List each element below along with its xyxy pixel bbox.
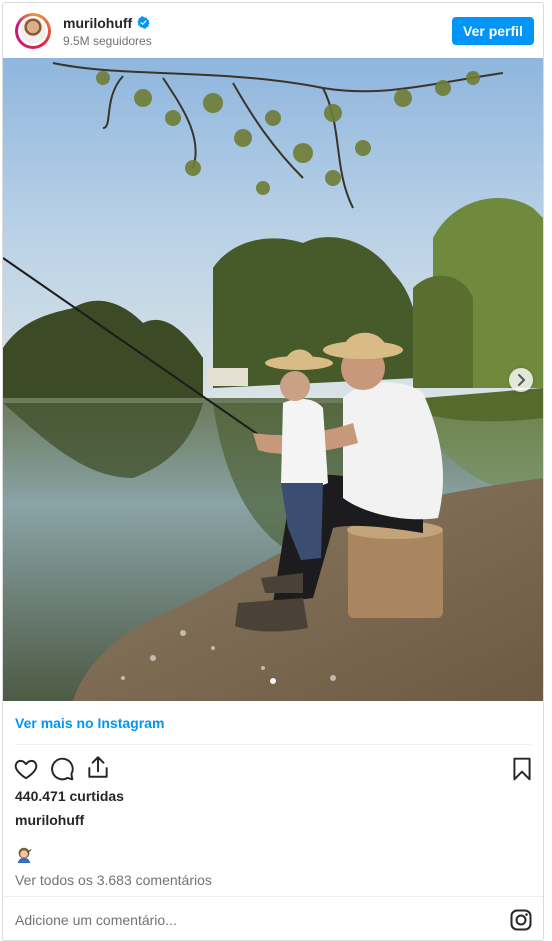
caption-username[interactable]: murilohuff [15, 812, 84, 828]
verified-badge-icon [137, 16, 150, 29]
view-profile-button[interactable]: Ver perfil [452, 17, 534, 45]
comment-icon[interactable] [49, 756, 75, 782]
view-more-on-instagram-link[interactable]: Ver mais no Instagram [15, 715, 164, 731]
heart-icon[interactable] [13, 756, 39, 782]
action-bar [3, 751, 543, 787]
divider [15, 744, 531, 745]
photo-illustration [3, 58, 543, 701]
view-all-comments-link[interactable]: Ver todos os 3.683 comentários [15, 872, 212, 888]
username[interactable]: murilohuff [63, 15, 132, 31]
bookmark-icon[interactable] [509, 756, 535, 782]
post-photo[interactable] [3, 58, 543, 701]
carousel-dot [270, 678, 276, 684]
like-count[interactable]: 440.471 curtidas [15, 788, 124, 804]
chevron-right-icon [518, 374, 525, 386]
share-icon[interactable] [85, 754, 111, 780]
carousel-next-button[interactable] [509, 368, 533, 392]
add-comment-input[interactable] [15, 909, 475, 931]
person-emoji-icon [17, 847, 32, 863]
follower-count: 9.5M seguidores [63, 34, 152, 48]
instagram-embed-card: murilohuff 9.5M seguidores Ver perfil Ve… [2, 2, 544, 941]
post-header: murilohuff 9.5M seguidores Ver perfil [3, 3, 543, 58]
instagram-icon[interactable] [509, 908, 533, 932]
avatar[interactable] [15, 13, 51, 49]
carousel-indicator [3, 671, 543, 689]
divider [3, 896, 543, 897]
